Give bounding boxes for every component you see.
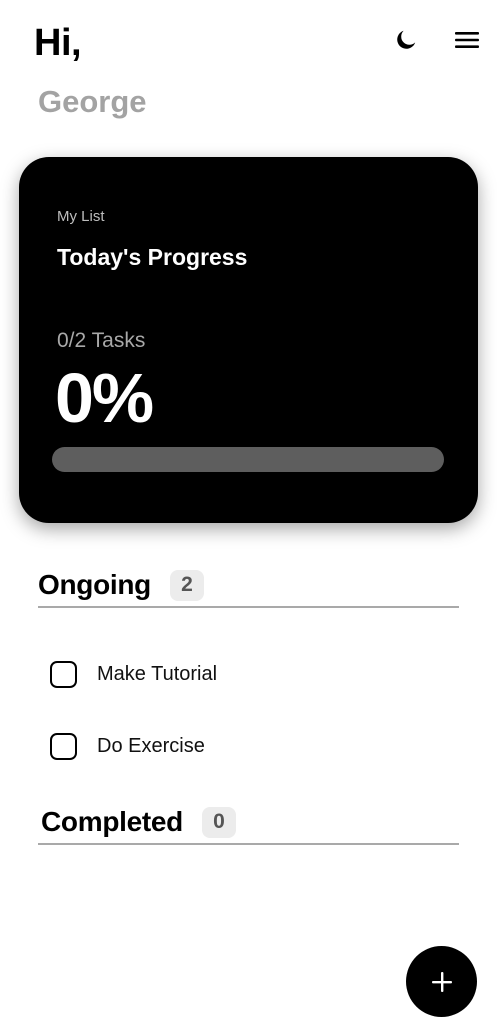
task-item-make-tutorial[interactable]: Make Tutorial — [50, 659, 217, 689]
add-task-button[interactable] — [406, 946, 477, 1017]
user-name: George — [38, 84, 147, 119]
completed-title: Completed — [41, 806, 183, 837]
task-label: Make Tutorial — [97, 662, 218, 685]
theme-toggle-button[interactable] — [390, 24, 422, 56]
progress-percent: 0% — [55, 359, 154, 437]
card-title: Today's Progress — [57, 244, 248, 270]
card-subtitle: My List — [57, 208, 105, 225]
moon-icon — [397, 30, 416, 49]
home-screen: Hi, George My List Today's Progress 0/2 … — [0, 0, 497, 1024]
task-label: Do Exercise — [97, 734, 205, 757]
progress-card: My List Today's Progress 0/2 Tasks 0% — [19, 157, 478, 523]
greeting-text: Hi, — [34, 22, 82, 64]
progress-bar — [52, 447, 444, 472]
task-count: 0/2 Tasks — [57, 329, 146, 352]
hamburger-menu-icon — [455, 32, 479, 48]
completed-section-header: Completed 0 — [38, 801, 459, 845]
ongoing-count-badge: 2 — [169, 569, 204, 601]
task-checkbox[interactable] — [50, 732, 77, 760]
task-item-do-exercise[interactable]: Do Exercise — [50, 731, 205, 761]
ongoing-title: Ongoing — [38, 569, 151, 600]
task-checkbox[interactable] — [50, 660, 77, 688]
menu-button[interactable] — [451, 24, 483, 56]
ongoing-section-header: Ongoing 2 — [38, 564, 459, 608]
plus-icon — [431, 971, 452, 992]
completed-count-badge: 0 — [201, 806, 236, 838]
